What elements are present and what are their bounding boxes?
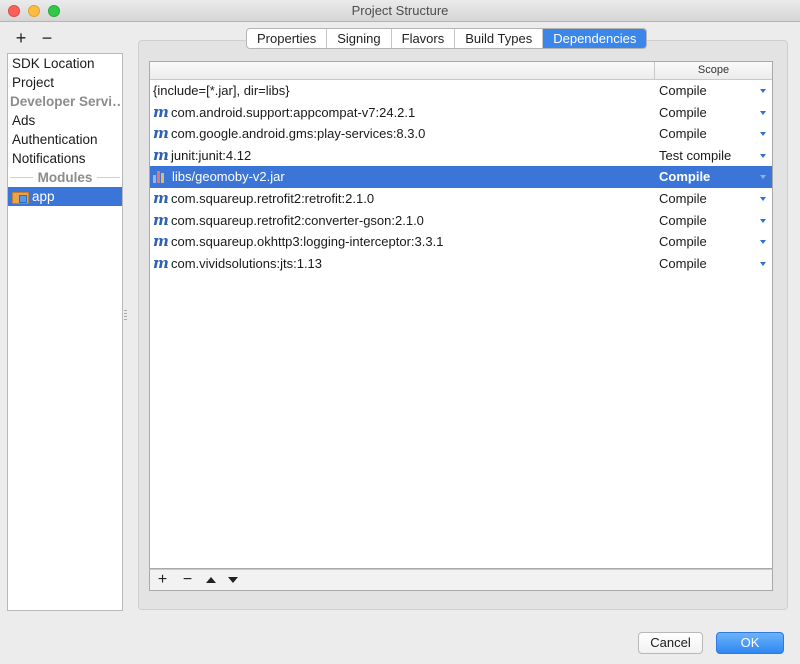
minimize-window-button[interactable] <box>28 5 40 17</box>
close-window-button[interactable] <box>8 5 20 17</box>
jar-library-icon <box>153 171 167 184</box>
scope-dropdown-icon[interactable] <box>760 175 766 180</box>
scope-dropdown-icon[interactable] <box>760 110 766 115</box>
sidebar: SDK Location Project Developer Servi… Ad… <box>7 53 123 611</box>
sidebar-item-project[interactable]: Project <box>8 73 122 92</box>
scope-value[interactable]: Compile <box>659 210 707 232</box>
table-row[interactable]: m com.android.support:appcompat-v7:24.2.1… <box>150 102 772 124</box>
sidebar-toolbar: + − <box>14 29 54 47</box>
table-row[interactable]: m com.vividsolutions:jts:1.13 Compile <box>150 253 772 275</box>
scope-value[interactable]: Test compile <box>659 145 731 167</box>
scope-value[interactable]: Compile <box>659 188 707 210</box>
table-row[interactable]: m com.squareup.retrofit2:retrofit:2.1.0 C… <box>150 188 772 210</box>
window-title: Project Structure <box>351 3 449 18</box>
title-bar: Project Structure <box>0 0 800 22</box>
scope-dropdown-icon[interactable] <box>760 261 766 266</box>
maven-icon: m <box>153 210 169 229</box>
sidebar-item-ads[interactable]: Ads <box>8 111 122 130</box>
scope-value[interactable]: Compile <box>659 166 710 188</box>
sidebar-item-label: app <box>32 189 55 204</box>
add-module-button[interactable]: + <box>14 29 28 47</box>
sidebar-section-developer-services: Developer Servi… <box>10 94 122 109</box>
scope-dropdown-icon[interactable] <box>760 132 766 137</box>
scope-value[interactable]: Compile <box>659 253 707 275</box>
scope-dropdown-icon[interactable] <box>760 89 766 93</box>
table-row[interactable]: m com.squareup.retrofit2:converter-gson:2… <box>150 210 772 232</box>
modules-header: Modules <box>37 170 93 185</box>
maven-icon: m <box>153 145 169 164</box>
table-toolbar: + − <box>149 569 773 591</box>
add-dependency-button[interactable]: + <box>156 572 169 588</box>
tab-dependencies[interactable]: Dependencies <box>543 29 647 48</box>
table-row[interactable]: m com.squareup.okhttp3:logging-intercepto… <box>150 231 772 253</box>
table-row[interactable]: {include=[*.jar], dir=libs} Compile <box>150 80 772 102</box>
scope-value[interactable]: Compile <box>659 102 707 124</box>
dependency-name: libs/geomoby-v2.jar <box>172 169 285 185</box>
tab-signing[interactable]: Signing <box>327 29 392 48</box>
dependency-name: com.google.android.gms:play-services:8.3… <box>171 126 426 142</box>
scope-dropdown-icon[interactable] <box>760 196 766 201</box>
maven-icon: m <box>153 124 169 143</box>
scope-dropdown-icon[interactable] <box>760 153 766 158</box>
table-header: Scope <box>150 62 772 80</box>
maven-icon: m <box>153 232 169 251</box>
dependency-name: junit:junit:4.12 <box>171 147 252 163</box>
dependency-name: com.squareup.retrofit2:converter-gson:2.… <box>171 212 424 228</box>
dependency-name: com.vividsolutions:jts:1.13 <box>171 255 323 271</box>
sidebar-item-authentication[interactable]: Authentication <box>8 130 122 149</box>
modules-separator: Modules <box>8 168 122 187</box>
scope-dropdown-icon[interactable] <box>760 240 766 245</box>
dependency-name: com.squareup.okhttp3:logging-interceptor… <box>171 234 444 250</box>
remove-module-button[interactable]: − <box>40 29 54 47</box>
sidebar-item-notifications[interactable]: Notifications <box>8 149 122 168</box>
module-folder-icon <box>12 191 29 204</box>
dependency-name: com.squareup.retrofit2:retrofit:2.1.0 <box>171 190 375 206</box>
dependency-name: {include=[*.jar], dir=libs} <box>153 83 290 98</box>
column-header-scope[interactable]: Scope <box>654 62 772 79</box>
maven-icon: m <box>153 253 169 272</box>
tab-flavors[interactable]: Flavors <box>392 29 456 48</box>
scope-value[interactable]: Compile <box>659 231 707 253</box>
ok-button[interactable]: OK <box>716 632 784 654</box>
splitter-handle[interactable] <box>124 310 127 322</box>
tab-bar: Properties Signing Flavors Build Types D… <box>246 28 648 49</box>
tab-properties[interactable]: Properties <box>247 29 328 48</box>
sidebar-item-sdk-location[interactable]: SDK Location <box>8 54 122 73</box>
table-row[interactable]: m junit:junit:4.12 Test compile <box>150 145 772 167</box>
table-row-selected[interactable]: libs/geomoby-v2.jar Compile <box>150 166 772 188</box>
cancel-button[interactable]: Cancel <box>638 632 703 654</box>
dependencies-table: Scope {include=[*.jar], dir=libs} Compil… <box>149 61 773 569</box>
scope-dropdown-icon[interactable] <box>760 218 766 223</box>
sidebar-item-app[interactable]: app <box>8 187 122 206</box>
tab-build-types[interactable]: Build Types <box>455 29 544 48</box>
scope-value[interactable]: Compile <box>659 80 707 102</box>
maximize-window-button[interactable] <box>48 5 60 17</box>
scope-value[interactable]: Compile <box>659 123 707 145</box>
maven-icon: m <box>153 188 169 207</box>
maven-icon: m <box>153 102 169 121</box>
move-down-icon[interactable] <box>228 577 238 583</box>
table-row[interactable]: m com.google.android.gms:play-services:8.… <box>150 123 772 145</box>
dependency-name: com.android.support:appcompat-v7:24.2.1 <box>171 104 416 120</box>
move-up-icon[interactable] <box>206 577 216 583</box>
remove-dependency-button[interactable]: − <box>181 572 194 588</box>
